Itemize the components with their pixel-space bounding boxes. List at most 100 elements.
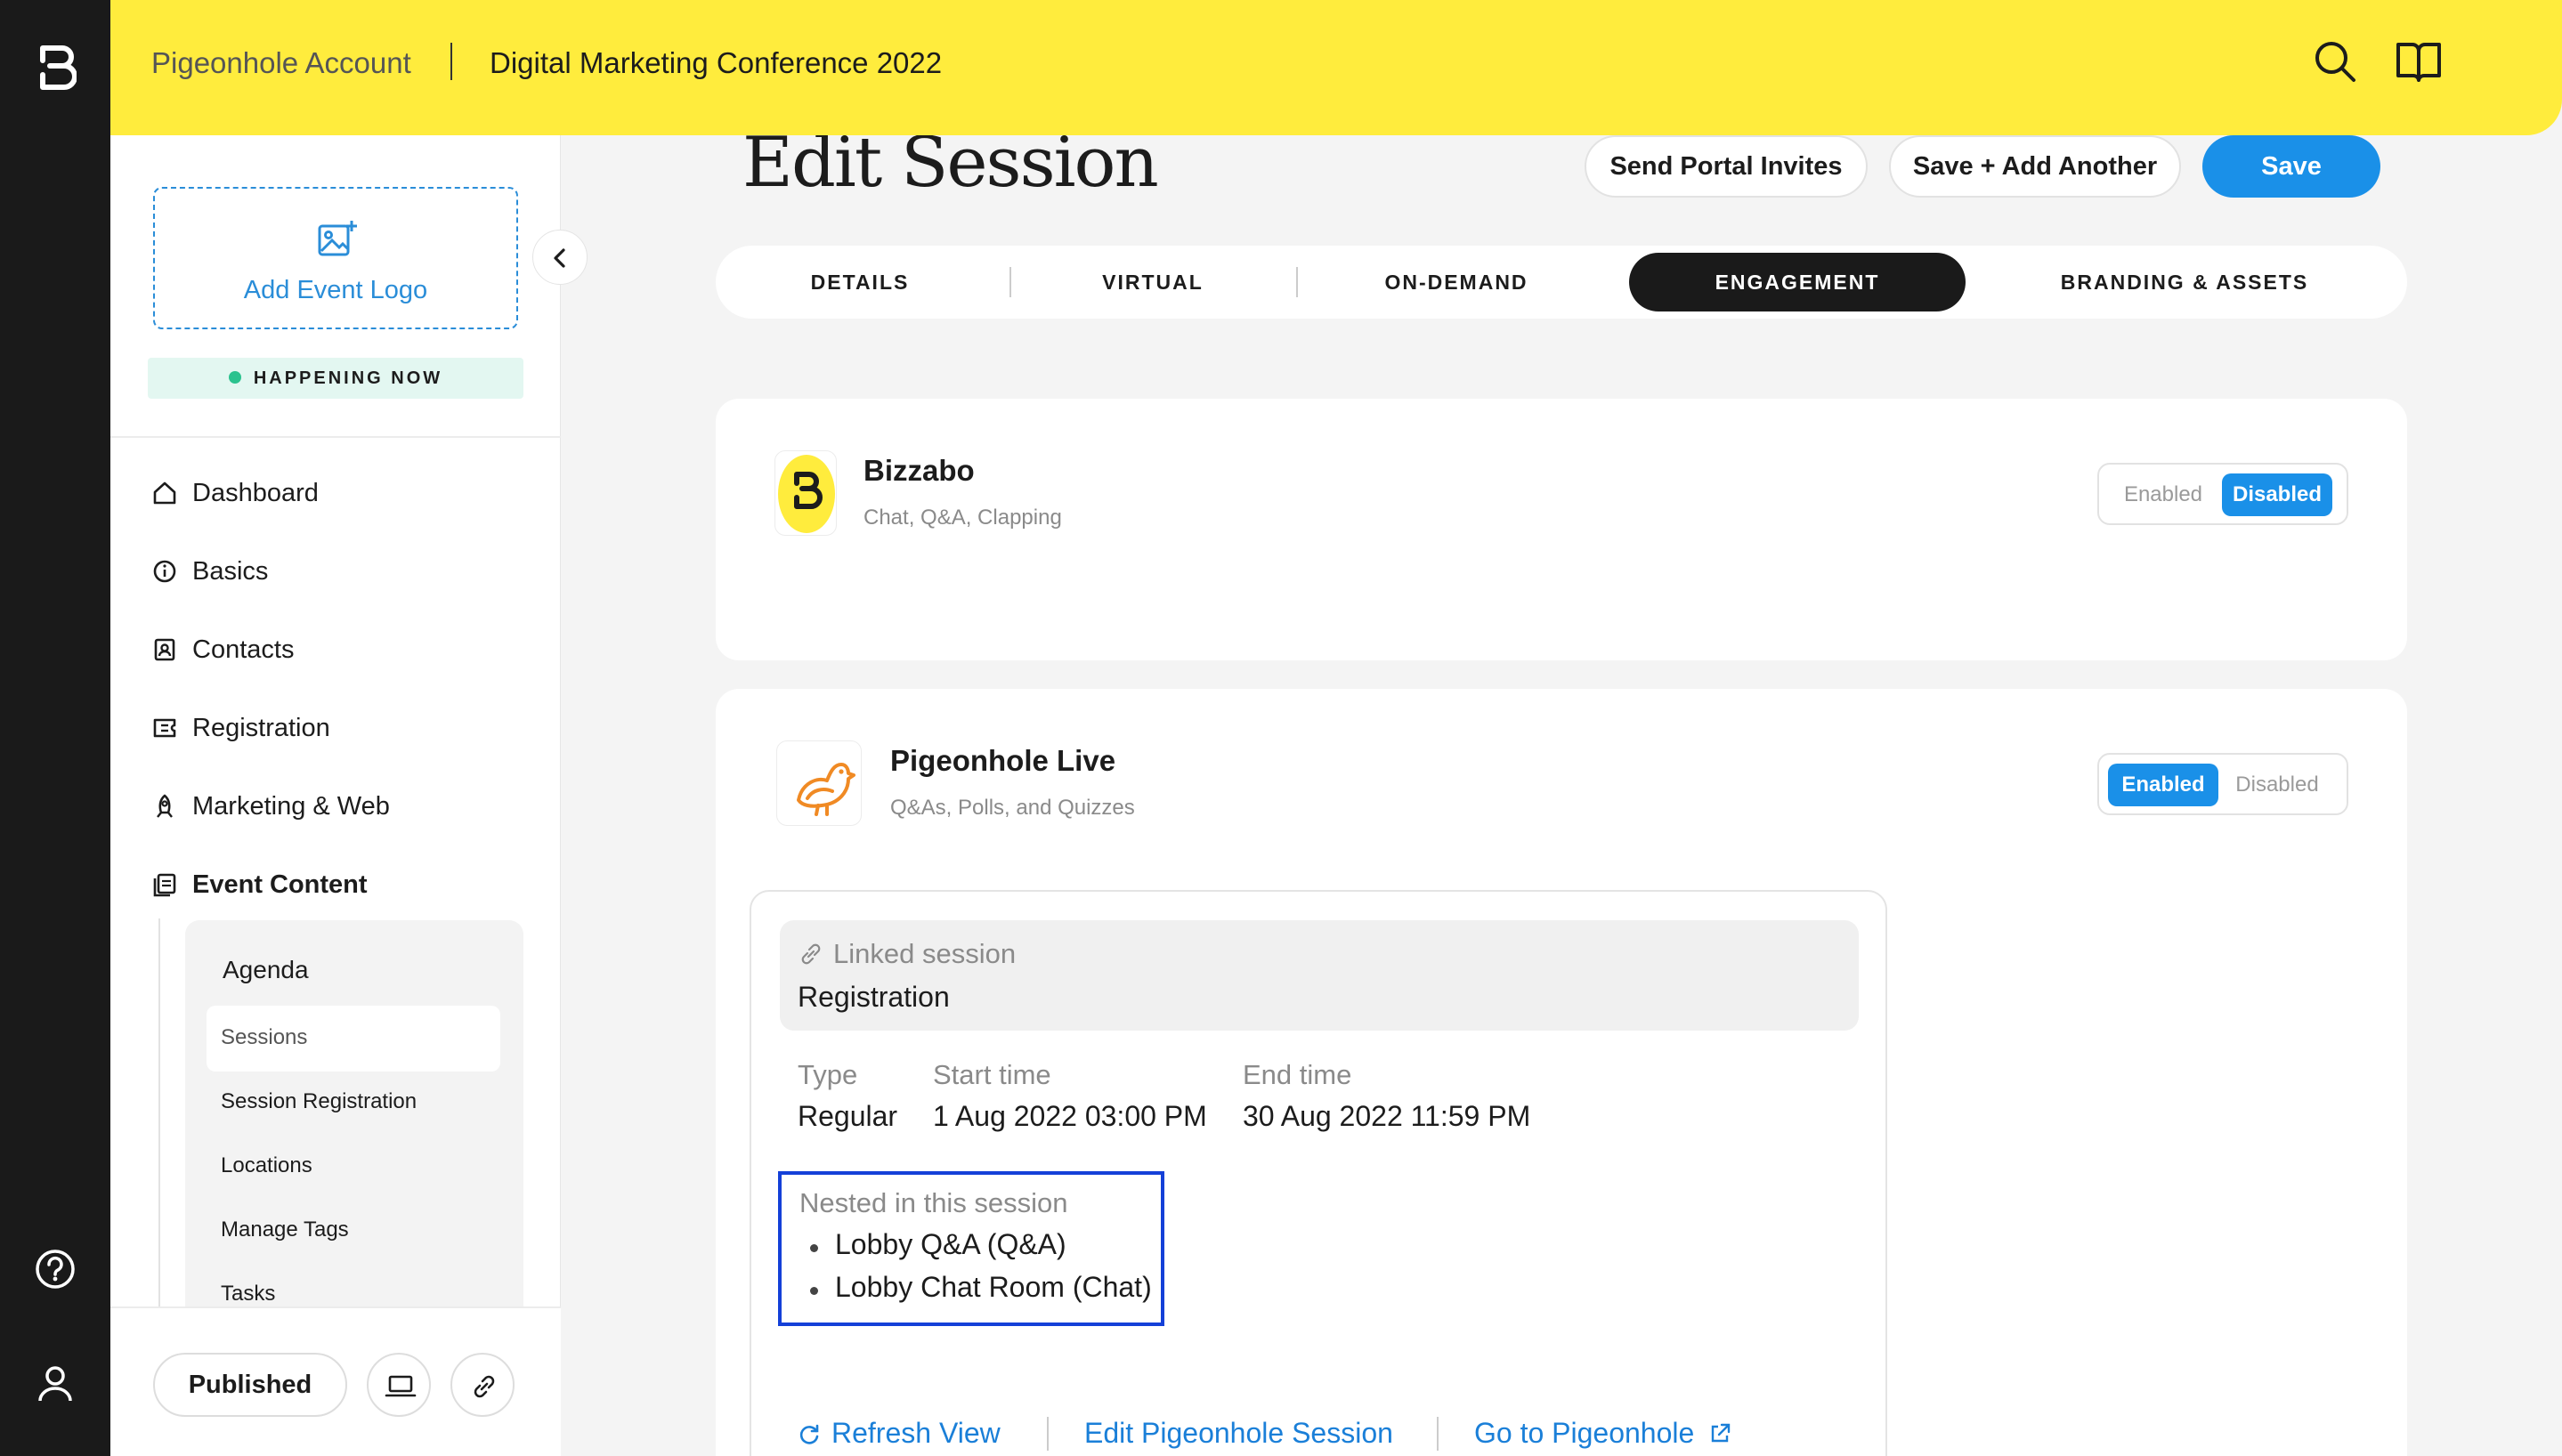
tab-engagement[interactable]: ENGAGEMENT	[1629, 253, 1966, 311]
tab-on-demand[interactable]: ON-DEMAND	[1301, 253, 1611, 311]
sidebar: Add Event Logo HAPPENING NOW Dashboard B…	[110, 135, 561, 1456]
sidebar-item-label: Basics	[192, 556, 269, 586]
content-icon	[153, 873, 176, 897]
sidebar-item-label: Contacts	[192, 635, 295, 664]
toggle-enabled-option[interactable]: Enabled	[2108, 764, 2218, 806]
provider-card-bizzabo: Bizzabo Chat, Q&A, Clapping Enabled Disa…	[716, 399, 2407, 660]
submenu-item-session-registration[interactable]: Session Registration	[221, 1089, 417, 1114]
bizzabo-logo-icon	[778, 455, 835, 533]
save-add-another-button[interactable]: Save + Add Another	[1889, 135, 2181, 198]
nested-sessions-title: Nested in this session	[799, 1187, 1068, 1218]
nested-session-item: Lobby Q&A (Q&A)	[835, 1228, 1066, 1260]
home-icon	[153, 481, 176, 505]
edit-pigeonhole-session-link[interactable]: Edit Pigeonhole Session	[1084, 1417, 1393, 1450]
toggle-enabled-option[interactable]: Enabled	[2108, 473, 2218, 516]
add-image-icon	[318, 221, 357, 256]
published-button[interactable]: Published	[153, 1353, 347, 1417]
info-icon	[153, 560, 176, 583]
collapse-sidebar-button[interactable]	[532, 230, 588, 285]
submenu-item-tasks[interactable]: Tasks	[221, 1282, 275, 1306]
submenu-title-agenda[interactable]: Agenda	[223, 956, 309, 984]
refresh-view-link[interactable]: Refresh View	[796, 1417, 1001, 1450]
submenu-item-locations[interactable]: Locations	[221, 1153, 312, 1178]
tab-branding-assets[interactable]: BRANDING & ASSETS	[1980, 253, 2389, 311]
laptop-icon	[385, 1375, 417, 1397]
end-time-value: 30 Aug 2022 11:59 PM	[1243, 1100, 1531, 1132]
submenu-item-manage-tags[interactable]: Manage Tags	[221, 1217, 349, 1242]
provider-name: Bizzabo	[863, 454, 975, 487]
linked-session-label: Linked session	[798, 938, 1016, 970]
go-to-pigeonhole-label: Go to Pigeonhole	[1474, 1417, 1695, 1449]
pigeon-logo-icon	[797, 763, 855, 816]
sidebar-item-label: Marketing & Web	[192, 791, 390, 821]
top-bar: Pigeonhole Account Digital Marketing Con…	[110, 0, 2562, 135]
link-icon	[801, 943, 821, 965]
sidebar-item-contacts[interactable]: Contacts	[151, 630, 294, 669]
link-separator	[1437, 1417, 1439, 1451]
start-time-value: 1 Aug 2022 03:00 PM	[933, 1100, 1207, 1132]
sidebar-footer: Published	[110, 1306, 561, 1456]
help-icon[interactable]	[34, 1248, 77, 1290]
linked-session-value: Registration	[798, 981, 950, 1013]
linked-session-label-text: Linked session	[833, 938, 1017, 969]
sidebar-item-event-content[interactable]: Event Content	[151, 865, 368, 904]
provider-description: Chat, Q&A, Clapping	[863, 506, 1062, 530]
start-time-label: Start time	[933, 1059, 1051, 1090]
add-event-logo-button[interactable]: Add Event Logo	[153, 187, 518, 329]
user-icon[interactable]	[34, 1362, 77, 1404]
sidebar-item-dashboard[interactable]: Dashboard	[151, 473, 319, 513]
contacts-icon	[154, 638, 175, 661]
submenu-item-sessions[interactable]: Sessions	[221, 1025, 307, 1050]
bullet-icon	[810, 1287, 818, 1295]
chevron-left-icon	[554, 248, 565, 268]
breadcrumb-separator	[450, 43, 452, 80]
nested-session-item: Lobby Chat Room (Chat)	[835, 1271, 1152, 1303]
status-label: HAPPENING NOW	[253, 368, 443, 388]
sidebar-divider	[110, 436, 561, 438]
sidebar-item-registration[interactable]: Registration	[151, 708, 330, 748]
add-event-logo-label: Add Event Logo	[243, 276, 428, 304]
tab-virtual[interactable]: VIRTUAL	[1015, 253, 1291, 311]
sidebar-item-label: Dashboard	[192, 478, 319, 507]
refresh-icon	[799, 1424, 819, 1444]
sidebar-item-label: Registration	[192, 713, 330, 742]
pigeonhole-enabled-toggle[interactable]: Enabled Disabled	[2097, 753, 2348, 815]
ticket-icon	[153, 718, 176, 738]
copy-link-button[interactable]	[450, 1353, 515, 1417]
bizzabo-provider-logo	[774, 450, 837, 536]
tab-separator	[1009, 267, 1011, 297]
type-value: Regular	[798, 1100, 898, 1132]
pigeonhole-provider-logo	[776, 740, 862, 826]
provider-name: Pigeonhole Live	[890, 744, 1116, 777]
status-badge: HAPPENING NOW	[148, 358, 523, 399]
linked-session-box: Linked session Registration	[780, 920, 1859, 1031]
send-portal-invites-button[interactable]: Send Portal Invites	[1585, 135, 1868, 198]
save-button[interactable]: Save	[2202, 135, 2380, 198]
sidebar-item-marketing-web[interactable]: Marketing & Web	[151, 787, 390, 826]
link-separator	[1047, 1417, 1049, 1451]
toggle-disabled-option[interactable]: Disabled	[2222, 764, 2332, 806]
status-dot-icon	[228, 370, 241, 384]
app-rail	[0, 0, 110, 1456]
sidebar-item-basics[interactable]: Basics	[151, 552, 268, 591]
go-to-pigeonhole-link[interactable]: Go to Pigeonhole	[1474, 1417, 1733, 1450]
nested-sessions-box: Nested in this session Lobby Q&A (Q&A) L…	[778, 1171, 1164, 1326]
account-name[interactable]: Pigeonhole Account	[151, 46, 411, 80]
bizzabo-logo-icon[interactable]	[34, 43, 77, 93]
search-icon[interactable]	[2313, 39, 2357, 84]
end-time-label: End time	[1243, 1059, 1352, 1090]
linked-session-panel: Linked session Registration Type Regular…	[750, 890, 1887, 1456]
sidebar-item-label: Event Content	[192, 870, 368, 899]
toggle-disabled-option[interactable]: Disabled	[2222, 473, 2332, 516]
event-name[interactable]: Digital Marketing Conference 2022	[490, 46, 942, 80]
type-label: Type	[798, 1059, 858, 1090]
provider-description: Q&As, Polls, and Quizzes	[890, 796, 1135, 820]
external-link-icon	[1712, 1423, 1731, 1442]
book-icon[interactable]	[2395, 39, 2443, 84]
preview-button[interactable]	[367, 1353, 431, 1417]
tab-details[interactable]: DETAILS	[716, 253, 1004, 311]
bizzabo-enabled-toggle[interactable]: Enabled Disabled	[2097, 463, 2348, 525]
refresh-view-label: Refresh View	[831, 1417, 1001, 1449]
bullet-icon	[810, 1244, 818, 1252]
tab-separator	[1296, 267, 1298, 297]
